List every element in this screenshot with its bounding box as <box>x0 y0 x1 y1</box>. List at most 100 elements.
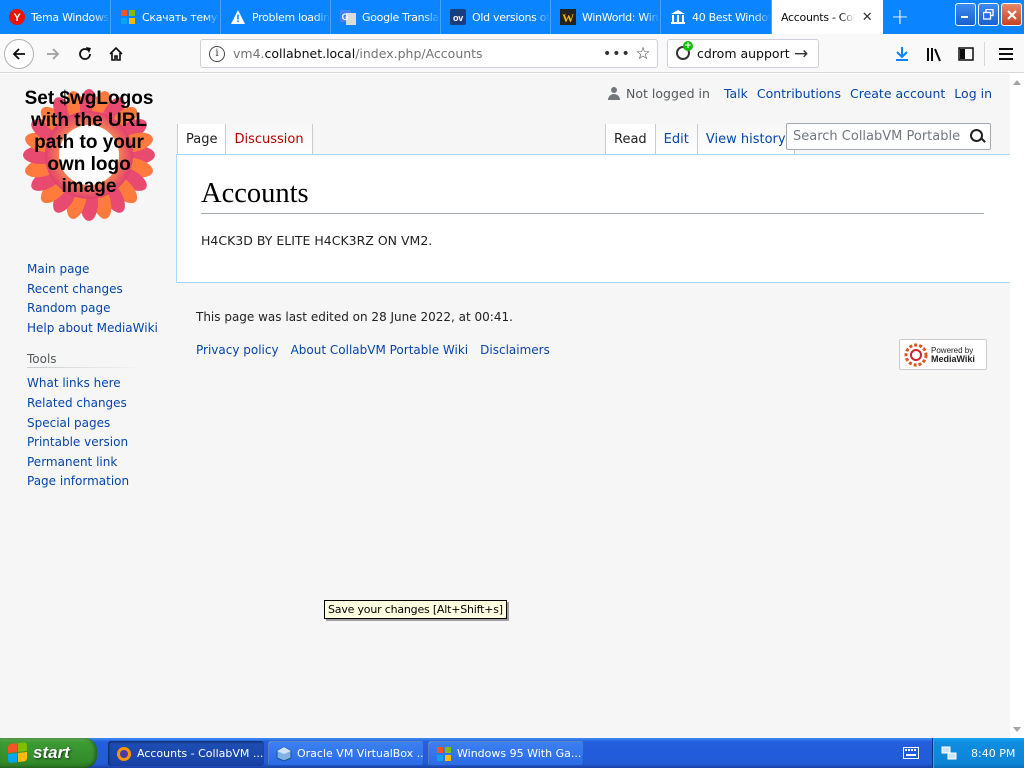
google-translate-icon: G <box>340 9 356 25</box>
keyboard-icon[interactable] <box>903 745 919 761</box>
close-window-button[interactable] <box>1001 3 1022 26</box>
user-icon <box>608 87 621 100</box>
sidebar: Main page Recent changes Random page Hel… <box>27 260 158 492</box>
restore-button[interactable] <box>978 3 999 26</box>
footer: This page was last edited on 28 June 202… <box>196 310 562 357</box>
create-account-link[interactable]: Create account <box>850 86 945 101</box>
scroll-up-arrow-icon[interactable] <box>1013 80 1021 85</box>
browser-tab-1[interactable]: Y Tema Windows <box>0 0 111 34</box>
address-bar[interactable]: i vm4.collabnet.local/index.php/Accounts… <box>200 39 658 68</box>
windows-logo-icon <box>120 9 136 25</box>
start-button[interactable]: start <box>0 738 97 768</box>
last-modified-text: This page was last edited on 28 June 202… <box>196 310 513 324</box>
wiki-search-input[interactable]: Search CollabVM Portable Wiki <box>787 129 964 144</box>
browser-tab-label: Google Translate <box>362 10 440 24</box>
back-button[interactable] <box>4 39 34 69</box>
wiki-logo[interactable]: Set $wgLogos with the URL path to your o… <box>20 86 158 224</box>
windows-flag-icon <box>8 742 28 764</box>
taskbar-item-windows95[interactable]: Windows 95 With Ga... <box>428 741 584 766</box>
network-icon[interactable] <box>941 745 957 761</box>
bookmark-star-icon[interactable]: ☆ <box>629 44 657 64</box>
sidebar-item-main-page[interactable]: Main page <box>27 260 158 280</box>
oldversion-icon: ov <box>450 9 466 25</box>
browser-tab-active[interactable]: Accounts - Coll ✕ <box>772 0 883 34</box>
close-tab-icon[interactable]: ✕ <box>859 9 875 25</box>
site-info-icon[interactable]: i <box>209 45 225 62</box>
warning-icon <box>230 9 246 25</box>
svg-text:Y: Y <box>13 12 21 24</box>
search-engine-icon[interactable] <box>675 40 693 63</box>
minimize-button[interactable] <box>955 3 976 26</box>
home-button[interactable] <box>101 39 131 69</box>
wiki-search-box[interactable]: Search CollabVM Portable Wiki <box>786 123 991 150</box>
forward-button[interactable] <box>38 39 68 69</box>
clock[interactable]: 8:40 PM <box>971 747 1015 760</box>
reload-button[interactable] <box>70 39 100 69</box>
navigation-toolbar: i vm4.collabnet.local/index.php/Accounts… <box>0 34 1024 73</box>
tab-page[interactable]: Page <box>177 124 227 154</box>
privacy-policy-link[interactable]: Privacy policy <box>196 343 279 357</box>
url-prefix: vm4. <box>233 46 265 61</box>
browser-tab-6[interactable]: W WinWorld: Win <box>551 0 661 34</box>
tab-discussion[interactable]: Discussion <box>226 124 313 154</box>
forward-arrow-icon <box>47 48 60 60</box>
sidebar-item-permanent-link[interactable]: Permanent link <box>27 453 158 473</box>
sidebar-item-special-pages[interactable]: Special pages <box>27 414 158 434</box>
browser-search-input[interactable]: cdrom aupport <box>697 46 794 61</box>
about-link[interactable]: About CollabVM Portable Wiki <box>291 343 469 357</box>
web-page: Set $wgLogos with the URL path to your o… <box>0 74 1010 738</box>
sidebar-item-related-changes[interactable]: Related changes <box>27 394 158 414</box>
taskbar-item-virtualbox[interactable]: Oracle VM VirtualBox ... <box>268 741 424 766</box>
tab-view-history[interactable]: View history <box>697 124 795 154</box>
page-title: Accounts <box>201 177 984 214</box>
sidebar-item-printable-version[interactable]: Printable version <box>27 433 158 453</box>
taskbar-item-label: Windows 95 With Ga... <box>457 747 582 760</box>
log-in-link[interactable]: Log in <box>954 86 992 101</box>
library-icon[interactable] <box>925 44 945 64</box>
tab-read[interactable]: Read <box>605 124 656 154</box>
browser-tab-label: Problem loading <box>252 10 330 24</box>
search-icon[interactable] <box>964 124 990 149</box>
sidebar-icon[interactable] <box>956 44 976 64</box>
tools-portal: What links here Related changes Special … <box>27 374 158 492</box>
taskbar-item-firefox[interactable]: Accounts - CollabVM ... <box>108 741 264 766</box>
archive-icon <box>670 9 686 25</box>
contributions-link[interactable]: Contributions <box>757 86 841 101</box>
view-tabs: Read Edit View history <box>605 124 795 154</box>
powered-by-mediawiki-badge[interactable]: Powered by MediaWiki <box>899 339 987 370</box>
search-go-icon[interactable]: → <box>794 44 818 64</box>
disclaimers-link[interactable]: Disclaimers <box>480 343 550 357</box>
scroll-down-arrow-icon[interactable] <box>1013 727 1021 732</box>
downloads-icon[interactable] <box>892 44 912 64</box>
sidebar-item-help[interactable]: Help about MediaWiki <box>27 319 158 339</box>
page-body-text: H4CK3D BY ELITE H4CK3RZ ON VM2. <box>201 233 433 248</box>
sidebar-item-random-page[interactable]: Random page <box>27 299 158 319</box>
toolbar-separator <box>984 42 985 66</box>
tab-edit[interactable]: Edit <box>655 124 698 154</box>
browser-tab-label: WinWorld: Win <box>582 10 659 24</box>
browser-tab-5[interactable]: ov Old versions of <box>441 0 551 34</box>
browser-tab-3[interactable]: Problem loading <box>221 0 331 34</box>
url-domain: collabnet.local <box>264 46 356 61</box>
sidebar-item-page-information[interactable]: Page information <box>27 472 158 492</box>
browser-tab-2[interactable]: Скачать тему <box>111 0 221 34</box>
content-area: Accounts H4CK3D BY ELITE H4CK3RZ ON VM2. <box>176 154 1010 283</box>
sidebar-item-recent-changes[interactable]: Recent changes <box>27 280 158 300</box>
new-tab-button[interactable]: + <box>886 0 914 34</box>
browser-tab-7[interactable]: 40 Best Windows <box>661 0 772 34</box>
personal-tools: Not logged in Talk Contributions Create … <box>608 86 992 101</box>
browser-search-bar[interactable]: cdrom aupport → <box>667 39 819 68</box>
hamburger-menu-icon[interactable] <box>996 44 1016 64</box>
virtualbox-icon <box>276 745 292 762</box>
page-actions-icon[interactable]: ••• <box>603 46 630 62</box>
talk-link[interactable]: Talk <box>724 86 748 101</box>
address-url[interactable]: vm4.collabnet.local/index.php/Accounts <box>233 46 603 61</box>
yandex-icon: Y <box>9 9 25 25</box>
svg-text:W: W <box>562 11 574 25</box>
reload-icon <box>79 47 91 60</box>
browser-tab-4[interactable]: G Google Translate <box>331 0 441 34</box>
browser-tab-label: Old versions of <box>472 10 550 24</box>
logo-text: Set $wgLogos with the URL path to your o… <box>24 88 154 197</box>
sidebar-item-what-links-here[interactable]: What links here <box>27 374 158 394</box>
vertical-scrollbar[interactable] <box>1010 74 1024 738</box>
